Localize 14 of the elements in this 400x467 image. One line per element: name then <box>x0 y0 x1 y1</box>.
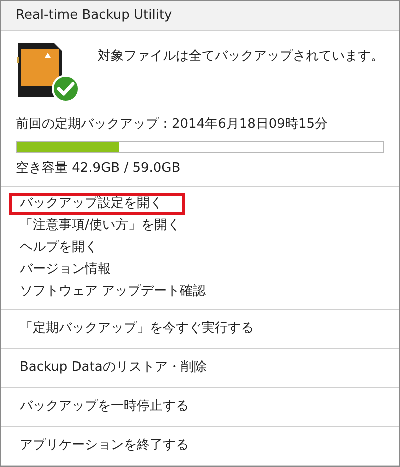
free-space-text: 空き容量 42.9GB / 59.0GB <box>16 160 182 178</box>
menu-item[interactable]: アプリケーションを終了する <box>9 435 391 457</box>
menu-item[interactable]: バージョン情報 <box>9 259 391 281</box>
menu-item[interactable]: 「注意事項/使い方」を開く <box>9 215 391 237</box>
window-title: Real-time Backup Utility <box>16 6 172 25</box>
menu-item[interactable]: Backup Dataのリストア・削除 <box>9 357 391 379</box>
menu-item[interactable]: 「定期バックアップ」を今すぐ実行する <box>9 318 391 340</box>
menu-item[interactable]: ソフトウェア アップデート確認 <box>9 281 391 303</box>
menu-item[interactable]: バックアップを一時停止する <box>9 396 391 418</box>
status-message: 対象ファイルは全てバックアップされています。 <box>98 48 384 66</box>
menu-item[interactable]: ヘルプを開く <box>9 237 391 259</box>
menu-item[interactable]: バックアップ設定を開く <box>9 193 185 215</box>
sd-card-check-icon <box>16 41 80 103</box>
last-backup-text: 前回の定期バックアップ：2014年6月18日09時15分 <box>16 116 329 134</box>
